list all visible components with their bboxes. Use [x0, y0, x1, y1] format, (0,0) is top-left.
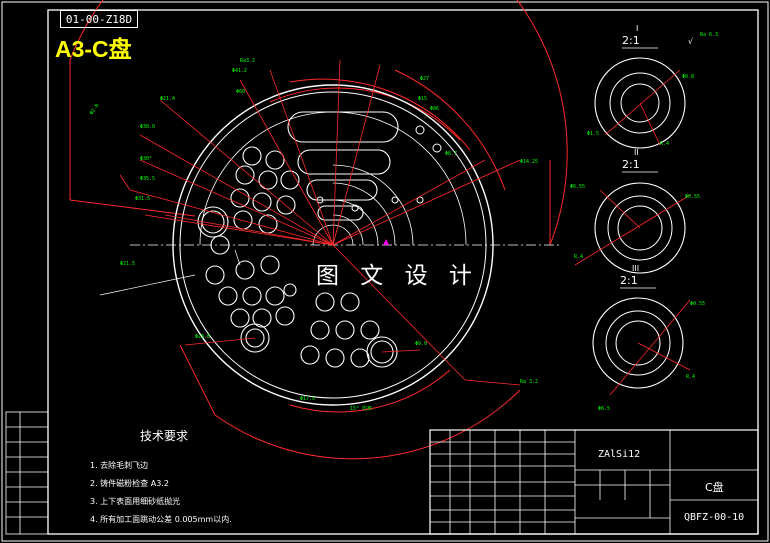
svg-text:Φ14.25: Φ14.25 [520, 159, 538, 165]
svg-text:Φ21.5: Φ21.5 [120, 261, 135, 267]
center-mark [383, 239, 389, 245]
svg-text:Φ23.8: Φ23.8 [195, 334, 210, 340]
watermark-text: 图 文 设 计 [316, 263, 479, 289]
svg-text:Ra 6.3: Ra 6.3 [700, 32, 718, 38]
svg-text:Φ15: Φ15 [418, 96, 427, 102]
svg-text:Φ60: Φ60 [236, 89, 245, 95]
leader-lines [119, 59, 521, 386]
detail-leaders [574, 69, 691, 396]
svg-text:Φ9.0: Φ9.0 [415, 341, 427, 347]
detail-view-mark: I [636, 24, 639, 33]
roughness-symbol: √ [688, 37, 694, 46]
svg-text:Φ17.5: Φ17.5 [300, 396, 315, 402]
svg-text:Φ6.5: Φ6.5 [598, 406, 610, 412]
tech-requirement-item: 1. 去除毛刺飞边 [90, 461, 149, 470]
svg-text:R.4: R.4 [686, 374, 695, 380]
left-revision-strip [5, 411, 49, 535]
detail-view-mark: III [632, 264, 640, 273]
detail-scale-label: 2:1 [622, 34, 640, 47]
svg-text:Ra3.2: Ra3.2 [240, 58, 255, 64]
svg-text:Φ6.55: Φ6.55 [570, 184, 585, 190]
svg-text:Φ0.55: Φ0.55 [685, 194, 700, 200]
drawing-code-box: 01-00-Z18D [60, 10, 138, 28]
svg-text:Φ0.55: Φ0.55 [690, 301, 705, 307]
detail-views [592, 47, 686, 389]
green-annotations: Φ2-B Φ30.0 Φ30° Φ35.5 Φ31.5 Φ21.4 Φ41.2 … [89, 58, 538, 412]
title-block-material: ZAlSi12 [598, 449, 641, 460]
detail-view-mark: II [634, 148, 639, 157]
drawing-badge: A3-C盘 [55, 36, 132, 62]
svg-text:Φ41.2: Φ41.2 [232, 68, 247, 74]
white-leaders [99, 249, 241, 296]
svg-text:Φ21.4: Φ21.4 [160, 96, 175, 102]
svg-text:15° 均布: 15° 均布 [350, 405, 372, 412]
tech-requirement-item: 3. 上下表面用细砂纸抛光 [90, 497, 181, 506]
inner-arcs [312, 164, 414, 246]
svg-text:Φ0.8: Φ0.8 [682, 74, 694, 80]
title-block-part-name: C盘 [705, 481, 724, 494]
svg-text:Φ35.5: Φ35.5 [140, 176, 155, 182]
svg-text:Φ1.5: Φ1.5 [587, 131, 599, 137]
tech-requirements-list: 1. 去除毛刺飞边 2. 铸件磁粉检查 A3.2 3. 上下表面用细砂纸抛光 4… [90, 457, 232, 529]
svg-text:R.4: R.4 [660, 141, 669, 147]
svg-text:R.4: R.4 [574, 254, 583, 260]
svg-text:Φ8.7: Φ8.7 [445, 151, 457, 157]
svg-text:Φ30°: Φ30° [140, 156, 152, 162]
tech-requirement-item: 4. 所有加工面跳动公差 0.005mm以内. [90, 515, 232, 524]
svg-text:Φ2-B: Φ2-B [89, 103, 101, 116]
detail-scale-label: 2:1 [622, 158, 640, 171]
svg-text:Ra 3.2: Ra 3.2 [520, 379, 538, 385]
svg-text:Φ27: Φ27 [420, 76, 429, 82]
svg-text:Φ86: Φ86 [430, 106, 439, 112]
title-block-drawing-number: QBFZ-00-10 [684, 512, 745, 523]
svg-text:Φ30.0: Φ30.0 [140, 124, 155, 130]
tech-requirement-item: 2. 铸件磁粉检查 A3.2 [90, 479, 169, 488]
svg-text:Φ31.5: Φ31.5 [135, 196, 150, 202]
tech-requirements-title: 技术要求 [140, 429, 189, 443]
detail-scale-label: 2:1 [620, 274, 638, 287]
